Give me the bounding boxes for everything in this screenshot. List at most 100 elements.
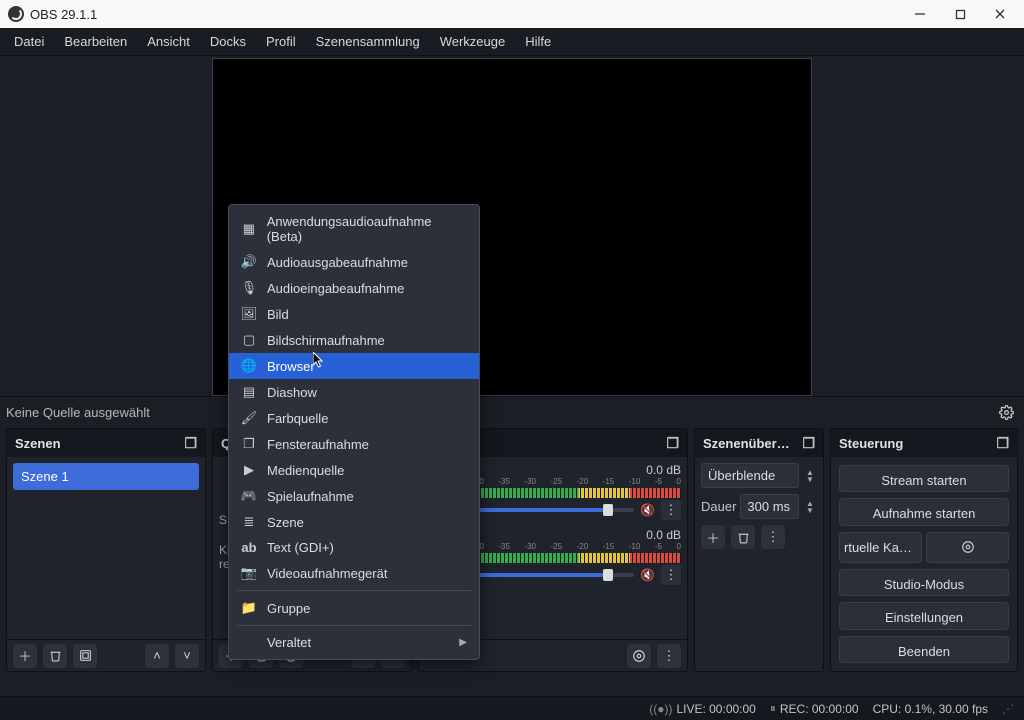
window-icon: ❐ <box>241 436 257 452</box>
transitions-dock: Szenenüber… ❐ Überblende ▲▼ Dauer 300 ms… <box>694 428 824 672</box>
scene-item[interactable]: Szene 1 <box>13 463 199 490</box>
settings-button[interactable]: Einstellungen <box>839 602 1009 629</box>
pause-icon: ⏸ <box>770 701 776 716</box>
ctx-audio-out[interactable]: 🔊Audioausgabeaufnahme <box>229 249 479 275</box>
list-icon: ≣ <box>241 514 257 530</box>
mixer-ch2-db: 0.0 dB <box>646 528 681 542</box>
preview-area <box>0 56 1024 396</box>
broadcast-icon: ((●)) <box>649 702 672 716</box>
ctx-separator-1 <box>237 590 471 591</box>
status-cpu: CPU: 0.1%, 30.00 fps <box>873 702 988 716</box>
scenes-popout-icon[interactable]: ❐ <box>184 435 197 452</box>
titlebar: OBS 29.1.1 <box>0 0 1024 28</box>
menu-ansicht[interactable]: Ansicht <box>137 30 200 53</box>
mixer-ch2-menu[interactable]: ⋮ <box>661 565 681 585</box>
status-live: LIVE: 00:00:00 <box>676 702 755 716</box>
start-vcam-button[interactable]: rtuelle Kamera starte <box>839 532 922 563</box>
start-stream-button[interactable]: Stream starten <box>839 465 1009 492</box>
folder-icon: 📁 <box>241 600 257 616</box>
mixer-ch1-mute-icon[interactable]: 🔇 <box>640 503 655 517</box>
mic-icon: 🎙 <box>241 280 257 296</box>
ctx-browser[interactable]: 🌐Browser <box>229 353 479 379</box>
mouse-cursor-icon <box>313 352 325 368</box>
mixer-ch1-menu[interactable]: ⋮ <box>661 500 681 520</box>
gamepad-icon: 🎮 <box>241 488 257 504</box>
transitions-title: Szenenüber… <box>703 436 790 451</box>
image-icon: 🖼 <box>241 306 257 322</box>
mixer-ch1-db: 0.0 dB <box>646 463 681 477</box>
source-context-toolbar: Keine Quelle ausgewählt <box>0 396 1024 428</box>
scene-remove-button[interactable] <box>43 644 67 668</box>
ctx-deprecated[interactable]: Veraltet▶ <box>229 630 479 655</box>
ctx-slideshow[interactable]: ▤Diashow <box>229 379 479 405</box>
slides-icon: ▤ <box>241 384 257 400</box>
transition-remove-button[interactable] <box>731 525 755 549</box>
globe-icon: 🌐 <box>241 358 257 374</box>
minimize-button[interactable] <box>900 0 940 28</box>
transition-duration-input[interactable]: 300 ms <box>740 494 799 519</box>
no-source-label: Keine Quelle ausgewählt <box>6 405 150 420</box>
scenes-dock: Szenen ❐ Szene 1 ＋ ˄ ˅ <box>6 428 206 672</box>
transitions-popout-icon[interactable]: ❐ <box>802 435 815 452</box>
resize-grip-icon[interactable]: ⋰ <box>1002 702 1014 716</box>
ctx-display-capture[interactable]: ▢Bildschirmaufnahme <box>229 327 479 353</box>
menu-docks[interactable]: Docks <box>200 30 256 53</box>
transition-menu-button[interactable]: ⋮ <box>761 525 785 549</box>
ctx-window-capture[interactable]: ❐Fensteraufnahme <box>229 431 479 457</box>
transition-type-stepper[interactable]: ▲▼ <box>803 469 817 483</box>
obs-logo-icon <box>8 6 24 22</box>
scene-add-button[interactable]: ＋ <box>13 644 37 668</box>
play-icon: ▶ <box>241 462 257 478</box>
scene-up-button[interactable]: ˄ <box>145 644 169 668</box>
app-audio-icon: ▦ <box>241 221 257 237</box>
mixer-menu-button[interactable]: ⋮ <box>657 644 681 668</box>
mixer-ch2-mute-icon[interactable]: 🔇 <box>640 568 655 582</box>
start-record-button[interactable]: Aufnahme starten <box>839 498 1009 525</box>
status-rec: REC: 00:00:00 <box>780 702 859 716</box>
menu-hilfe[interactable]: Hilfe <box>515 30 561 53</box>
close-button[interactable] <box>980 0 1020 28</box>
ctx-scene[interactable]: ≣Szene <box>229 509 479 535</box>
menubar: Datei Bearbeiten Ansicht Docks Profil Sz… <box>0 28 1024 56</box>
add-source-context-menu: ▦Anwendungsaudioaufnahme (Beta) 🔊Audioau… <box>228 204 480 660</box>
ctx-group[interactable]: 📁Gruppe <box>229 595 479 621</box>
source-settings-icon[interactable] <box>994 401 1018 425</box>
ctx-image[interactable]: 🖼Bild <box>229 301 479 327</box>
menu-szenensammlung[interactable]: Szenensammlung <box>306 30 430 53</box>
exit-button[interactable]: Beenden <box>839 636 1009 663</box>
menu-bearbeiten[interactable]: Bearbeiten <box>54 30 137 53</box>
transition-duration-stepper[interactable]: ▲▼ <box>803 500 817 514</box>
mixer-popout-icon[interactable]: ❐ <box>666 435 679 452</box>
menu-werkzeuge[interactable]: Werkzeuge <box>430 30 516 53</box>
docks-row: Szenen ❐ Szene 1 ＋ ˄ ˅ Q... S Kl re <box>0 428 1024 672</box>
mixer-settings-button[interactable] <box>627 644 651 668</box>
window-title: OBS 29.1.1 <box>30 7 97 22</box>
menu-datei[interactable]: Datei <box>4 30 54 53</box>
brush-icon: 🖌 <box>241 410 257 426</box>
ctx-media-source[interactable]: ▶Medienquelle <box>229 457 479 483</box>
ctx-app-audio[interactable]: ▦Anwendungsaudioaufnahme (Beta) <box>229 209 479 249</box>
maximize-button[interactable] <box>940 0 980 28</box>
controls-title: Steuerung <box>839 436 903 451</box>
ctx-game-capture[interactable]: 🎮Spielaufnahme <box>229 483 479 509</box>
scene-filter-button[interactable] <box>73 644 97 668</box>
transition-type-select[interactable]: Überblende <box>701 463 799 488</box>
studio-mode-button[interactable]: Studio-Modus <box>839 569 1009 596</box>
transition-add-button[interactable]: ＋ <box>701 525 725 549</box>
scenes-title: Szenen <box>15 436 61 451</box>
text-icon: ab <box>241 540 257 555</box>
scene-down-button[interactable]: ˅ <box>175 644 199 668</box>
camera-icon: 📷 <box>241 565 257 581</box>
screen-icon: ▢ <box>241 332 257 348</box>
controls-popout-icon[interactable]: ❐ <box>996 435 1009 452</box>
ctx-video-capture[interactable]: 📷Videoaufnahmegerät <box>229 560 479 586</box>
ctx-text-gdi[interactable]: abText (GDI+) <box>229 535 479 560</box>
ctx-separator-2 <box>237 625 471 626</box>
menu-profil[interactable]: Profil <box>256 30 306 53</box>
duration-label: Dauer <box>701 499 736 514</box>
speaker-icon: 🔊 <box>241 254 257 270</box>
ctx-color-source[interactable]: 🖌Farbquelle <box>229 405 479 431</box>
chevron-right-icon: ▶ <box>459 637 467 648</box>
ctx-audio-in[interactable]: 🎙Audioeingabeaufnahme <box>229 275 479 301</box>
vcam-settings-button[interactable] <box>926 532 1009 563</box>
